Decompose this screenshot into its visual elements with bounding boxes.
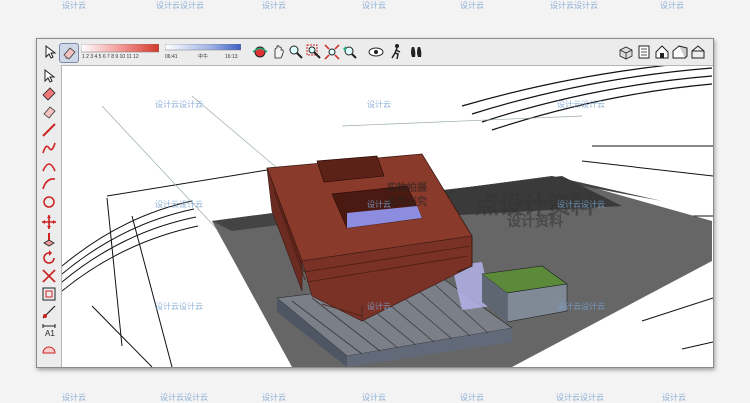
line-icon[interactable] — [40, 121, 58, 139]
rotate-icon[interactable] — [40, 249, 58, 267]
walk-icon[interactable] — [387, 43, 405, 61]
watermark-sub: 设计资料 — [507, 214, 563, 230]
gradient-bar[interactable]: 1 2 3 4 5 6 7 8 9 10 11 12 — [80, 43, 160, 60]
watermark-text: 设计云 — [460, 393, 484, 402]
watermark-text: 设计云设计云 — [155, 100, 203, 109]
watermark-text: 设计云 — [367, 302, 391, 311]
top-view-icon[interactable] — [635, 43, 653, 61]
watermark-text: 设计云 — [460, 1, 484, 10]
watermark-text: 设计云 — [367, 100, 391, 109]
front-view-icon[interactable] — [653, 43, 671, 61]
watermark-text: 设计云 — [262, 393, 286, 402]
select-icon[interactable] — [41, 43, 59, 61]
top-toolbar: 1 2 3 4 5 6 7 8 9 10 11 12 06:41 中午 16:1… — [37, 39, 713, 66]
watermark-text: 设计云设计云 — [557, 302, 605, 311]
watermark-text: 设计云 — [362, 393, 386, 402]
dimension-icon[interactable]: A1 — [40, 321, 58, 339]
watermark-text: 设计云 — [362, 1, 386, 10]
watermark-small-2: 盗用必究 — [387, 197, 427, 208]
move-icon[interactable] — [40, 213, 58, 231]
previous-view-icon[interactable] — [341, 43, 359, 61]
offset-icon[interactable] — [40, 285, 58, 303]
sketchup-window: 1 2 3 4 5 6 7 8 9 10 11 12 06:41 中午 16:1… — [36, 38, 714, 368]
time-slider[interactable]: 06:41 中午 16:13 — [164, 43, 242, 60]
pushpull-icon[interactable] — [40, 231, 58, 249]
watermark-text: 设计云设计云 — [156, 1, 204, 10]
watermark-text: 设计云设计云 — [557, 200, 605, 209]
time-start-label: 06:41 — [165, 54, 178, 60]
watermark-text: 设计云设计云 — [160, 393, 208, 402]
pan-icon[interactable] — [269, 43, 287, 61]
watermark-text: 设计云 — [62, 1, 86, 10]
zoom-icon[interactable] — [287, 43, 305, 61]
orbit-icon[interactable] — [251, 43, 269, 61]
freehand-icon[interactable] — [40, 139, 58, 157]
watermark-text: 设计云设计云 — [155, 200, 203, 209]
zoom-window-icon[interactable] — [305, 43, 323, 61]
watermark-text: 设计云设计云 — [155, 302, 203, 311]
shadow-scale-labels: 1 2 3 4 5 6 7 8 9 10 11 12 — [82, 54, 139, 60]
time-mid-label: 中午 — [198, 53, 208, 60]
watermark-text: 设计云设计云 — [556, 393, 604, 402]
left-toolbar: A1 — [37, 65, 62, 367]
model-viewport[interactable] — [61, 60, 713, 367]
look-around-icon[interactable] — [407, 43, 425, 61]
rectangle-icon[interactable] — [40, 175, 58, 193]
eraser-icon[interactable] — [40, 103, 58, 121]
scale-icon[interactable] — [40, 267, 58, 285]
svg-text:A1: A1 — [45, 329, 55, 338]
watermark-text: 设计云 — [660, 1, 684, 10]
back-view-icon[interactable] — [689, 43, 707, 61]
tape-icon[interactable] — [40, 303, 58, 321]
arc-icon[interactable] — [40, 157, 58, 175]
watermark-text: 设计云设计云 — [557, 100, 605, 109]
watermark-text: 设计云设计云 — [550, 1, 598, 10]
right-view-icon[interactable] — [671, 43, 689, 61]
watermark-small-1: 实物拍摄 — [387, 183, 427, 194]
paint-icon[interactable] — [40, 85, 58, 103]
select-icon[interactable] — [40, 67, 58, 85]
protractor-icon[interactable] — [40, 339, 58, 357]
zoom-extents-icon[interactable] — [323, 43, 341, 61]
watermark-text: 设计云 — [367, 200, 391, 209]
watermark-text: 设计云 — [62, 393, 86, 402]
iso-view-icon[interactable] — [617, 43, 635, 61]
eraser-icon[interactable] — [59, 43, 79, 63]
watermark-text: 设计云 — [262, 1, 286, 10]
watermark-text: 设计云 — [662, 393, 686, 402]
time-end-label: 16:13 — [225, 54, 238, 60]
position-camera-icon[interactable] — [367, 43, 385, 61]
circle-icon[interactable] — [40, 193, 58, 211]
